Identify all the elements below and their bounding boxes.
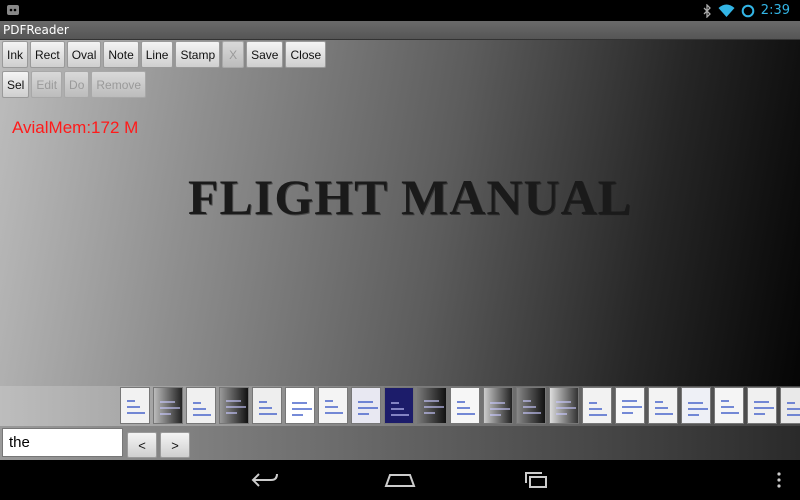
sel-button[interactable]: Sel [2, 71, 30, 98]
thumbnail-list [120, 387, 800, 424]
home-icon[interactable] [384, 472, 416, 488]
app-logo-icon [7, 5, 19, 15]
page-thumbnail[interactable] [384, 387, 414, 424]
page-thumbnail[interactable] [549, 387, 579, 424]
annotation-toolbar: Ink Rect Oval Note Line Stamp X Save Clo… [2, 41, 327, 68]
line-button[interactable]: Line [140, 41, 174, 68]
oval-button[interactable]: Oval [66, 41, 102, 68]
page-thumbnail[interactable] [483, 387, 513, 424]
system-nav-bar [0, 460, 800, 500]
status-bar: 2:39 [0, 0, 800, 21]
search-bar: < > [0, 426, 800, 460]
page-thumbnail[interactable] [681, 387, 711, 424]
page-thumbnail[interactable] [417, 387, 447, 424]
page-thumbnail[interactable] [747, 387, 777, 424]
page-thumbnail[interactable] [252, 387, 282, 424]
ink-button[interactable]: Ink [2, 41, 29, 68]
page-thumbnail[interactable] [219, 387, 249, 424]
close-button[interactable]: Close [285, 41, 327, 68]
recent-apps-icon[interactable] [522, 472, 550, 488]
page-thumbnail[interactable] [648, 387, 678, 424]
app-title-bar: PDFReader [0, 21, 800, 40]
rect-button[interactable]: Rect [30, 41, 65, 68]
search-prev-button[interactable]: < [127, 432, 157, 458]
note-button[interactable]: Note [103, 41, 139, 68]
page-thumbnail[interactable] [153, 387, 183, 424]
thumbnail-strip[interactable] [0, 386, 800, 426]
document-viewport[interactable]: Ink Rect Oval Note Line Stamp X Save Clo… [0, 40, 800, 386]
page-thumbnail[interactable] [120, 387, 150, 424]
remove-button[interactable]: Remove [91, 71, 147, 98]
memory-label: AvialMem:172 M [12, 118, 139, 137]
status-clock: 2:39 [760, 3, 790, 18]
selection-toolbar: Sel Edit Do Remove [2, 71, 147, 98]
page-thumbnail[interactable] [615, 387, 645, 424]
do-button[interactable]: Do [64, 71, 90, 98]
stamp-button[interactable]: Stamp [175, 41, 221, 68]
wifi-icon [718, 4, 735, 17]
page-heading: FLIGHT MANUAL [187, 169, 633, 225]
page-thumbnail[interactable] [450, 387, 480, 424]
page-thumbnail[interactable] [186, 387, 216, 424]
page-thumbnail[interactable] [714, 387, 744, 424]
page-thumbnail[interactable] [582, 387, 612, 424]
back-icon[interactable] [251, 472, 279, 488]
page-thumbnail[interactable] [780, 387, 800, 424]
save-button[interactable]: Save [246, 41, 284, 68]
overflow-menu-icon[interactable] [776, 472, 782, 488]
page-thumbnail[interactable] [516, 387, 546, 424]
x-button[interactable]: X [222, 41, 245, 68]
edit-button[interactable]: Edit [31, 71, 63, 98]
search-input[interactable] [2, 428, 123, 457]
search-next-button[interactable]: > [160, 432, 190, 458]
sync-ring-icon [741, 4, 755, 17]
page-thumbnail[interactable] [285, 387, 315, 424]
page-thumbnail[interactable] [351, 387, 381, 424]
app-title: PDFReader [3, 23, 69, 37]
page-thumbnail[interactable] [318, 387, 348, 424]
bluetooth-icon [703, 3, 711, 18]
